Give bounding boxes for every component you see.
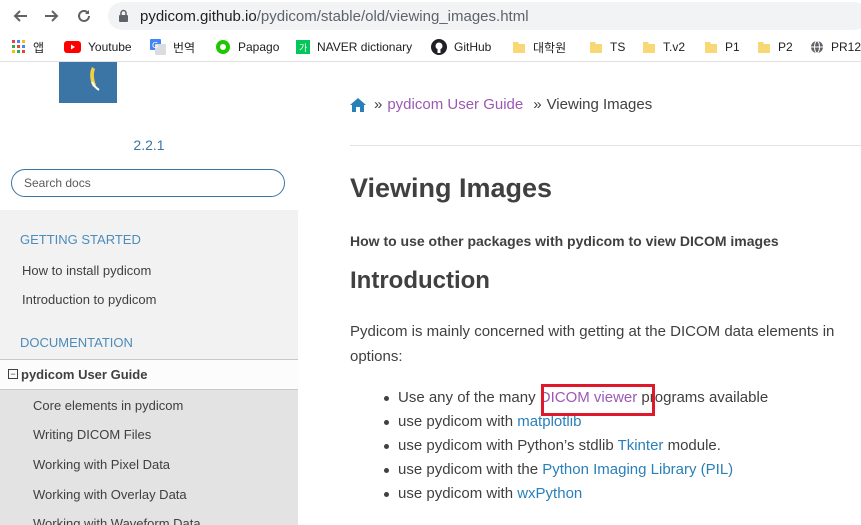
sidebar: 2.2.1 Search docs GETTING STARTED How to…: [0, 62, 298, 525]
sidebar-header: 2.2.1 Search docs: [0, 62, 298, 210]
svg-text:G: G: [152, 41, 158, 50]
papago-icon: [215, 39, 231, 55]
section-heading-introduction: Introduction: [350, 267, 490, 294]
bookmark-folder-grad[interactable]: 대학원: [512, 38, 566, 56]
sidebar-subitem[interactable]: Working with Waveform Data: [33, 516, 201, 525]
sidebar-item-label: pydicom User Guide: [21, 367, 148, 382]
reload-icon: [78, 9, 90, 22]
divider: [350, 145, 861, 146]
bookmark-papago[interactable]: Papago: [215, 38, 279, 56]
breadcrumb-link-user-guide[interactable]: pydicom User Guide: [387, 96, 523, 113]
github-icon: [431, 39, 447, 55]
sidebar-subitem[interactable]: Working with Overlay Data: [33, 487, 187, 502]
page-subtitle: How to use other packages with pydicom t…: [350, 233, 779, 249]
search-input[interactable]: Search docs: [11, 169, 285, 197]
sidebar-subnav: Core elements in pydicom Writing DICOM F…: [0, 390, 298, 525]
bookmark-apps[interactable]: 앱: [12, 38, 44, 56]
apps-grid-icon: [12, 40, 26, 54]
folder-icon: [704, 40, 718, 54]
bookmark-folder-p1[interactable]: P1: [704, 38, 740, 56]
bullet-icon: [384, 396, 389, 401]
sidebar-subitem[interactable]: Core elements in pydicom: [33, 398, 183, 413]
globe-icon: [810, 40, 824, 54]
main-content: » pydicom User Guide » Viewing Images Vi…: [298, 62, 861, 525]
page-title: Viewing Images: [350, 173, 553, 203]
bookmark-folder-tv2[interactable]: T.v2: [642, 38, 685, 56]
collapse-toggle-icon[interactable]: −: [8, 369, 18, 379]
forward-arrow-icon: [45, 10, 59, 22]
folder-icon: [757, 40, 771, 54]
highlight-box: [541, 384, 655, 416]
pydicom-logo[interactable]: [59, 62, 117, 103]
link-tkinter[interactable]: Tkinter: [618, 437, 664, 454]
youtube-icon: [64, 41, 81, 53]
link-wxpython[interactable]: wxPython: [517, 485, 582, 502]
reload-button[interactable]: [72, 4, 96, 28]
breadcrumb-current: Viewing Images: [546, 96, 653, 113]
folder-icon: [512, 40, 526, 54]
caption-documentation: DOCUMENTATION: [20, 335, 133, 350]
breadcrumb-separator: »: [374, 96, 383, 113]
link-pil[interactable]: Python Imaging Library (PIL): [542, 461, 733, 478]
bullet-icon: [384, 468, 389, 473]
naver-dictionary-icon: 가: [296, 40, 310, 54]
logo-icon: [90, 67, 100, 91]
folder-icon: [642, 40, 656, 54]
address-bar[interactable]: pydicom.github.io/pydicom/stable/old/vie…: [108, 2, 861, 30]
folder-icon: [589, 40, 603, 54]
sidebar-subitem[interactable]: Writing DICOM Files: [33, 427, 151, 442]
bookmark-translate[interactable]: G 번역: [150, 38, 195, 56]
back-button[interactable]: [8, 4, 32, 28]
bookmarks-bar: 앱 Youtube G 번역 Papago 가 NAVER dictionary G…: [0, 32, 861, 62]
svg-text:가: 가: [299, 43, 307, 54]
home-icon[interactable]: [350, 97, 366, 112]
sidebar-link-install[interactable]: How to install pydicom: [22, 263, 151, 278]
bookmark-youtube[interactable]: Youtube: [64, 38, 132, 56]
google-translate-icon: G: [150, 39, 166, 55]
sidebar-item-user-guide[interactable]: − pydicom User Guide: [0, 359, 298, 390]
back-arrow-icon: [13, 10, 27, 22]
forward-button[interactable]: [40, 4, 64, 28]
bookmark-naver-dictionary[interactable]: 가 NAVER dictionary: [296, 38, 412, 56]
bookmark-folder-ts[interactable]: TS: [589, 38, 625, 56]
bullet-icon: [384, 420, 389, 425]
sidebar-link-introduction[interactable]: Introduction to pydicom: [22, 292, 156, 307]
breadcrumb-separator: »: [533, 96, 542, 113]
sidebar-subitem[interactable]: Working with Pixel Data: [33, 457, 170, 472]
bullet-icon: [384, 444, 389, 449]
lock-icon: [119, 9, 128, 22]
breadcrumb: » pydicom User Guide » Viewing Images: [350, 96, 652, 113]
intro-paragraph: Pydicom is mainly concerned with getting…: [350, 323, 835, 365]
bullet-icon: [384, 492, 389, 497]
version-label: 2.2.1: [133, 137, 165, 153]
caption-getting-started: GETTING STARTED: [20, 232, 141, 247]
bookmark-pr12[interactable]: PR12: [810, 38, 861, 56]
url-text: pydicom.github.io/pydicom/stable/old/vie…: [140, 8, 529, 25]
bookmark-github[interactable]: GitHub: [431, 38, 491, 56]
browser-toolbar: pydicom.github.io/pydicom/stable/old/vie…: [0, 0, 861, 32]
bookmark-folder-p2[interactable]: P2: [757, 38, 793, 56]
